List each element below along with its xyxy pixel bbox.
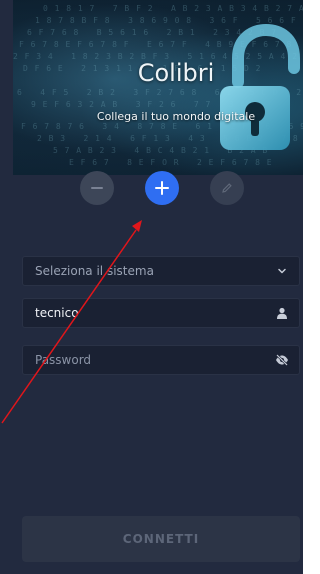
lock-icon xyxy=(220,24,300,150)
pencil-icon xyxy=(222,183,232,193)
system-select-placeholder: Seleziona il sistema xyxy=(35,264,154,278)
chevron-down-icon xyxy=(275,264,289,278)
app-subtitle: Collega il tuo mondo digitale xyxy=(96,110,256,123)
plus-icon xyxy=(155,181,169,195)
eye-off-icon[interactable] xyxy=(275,353,289,367)
add-button[interactable] xyxy=(145,171,179,205)
user-icon xyxy=(275,306,289,320)
system-select[interactable]: Seleziona il sistema xyxy=(22,256,300,286)
header-banner: 0 1 8 1 7 7 B F 2 A B 2 3 A B 3 4 B 2 7 … xyxy=(13,0,303,175)
connect-button[interactable]: CONNETTI xyxy=(22,516,300,562)
password-field[interactable]: Password xyxy=(22,345,300,375)
username-value: tecnico xyxy=(35,306,79,320)
password-placeholder: Password xyxy=(35,353,92,367)
login-screen: 0 1 8 1 7 7 B F 2 A B 2 3 A B 3 4 B 2 7 … xyxy=(0,0,303,574)
remove-button[interactable] xyxy=(80,171,114,205)
username-field[interactable]: tecnico xyxy=(22,298,300,328)
edit-button[interactable] xyxy=(210,171,244,205)
minus-icon xyxy=(91,187,103,189)
app-title: Colibri xyxy=(137,59,215,87)
